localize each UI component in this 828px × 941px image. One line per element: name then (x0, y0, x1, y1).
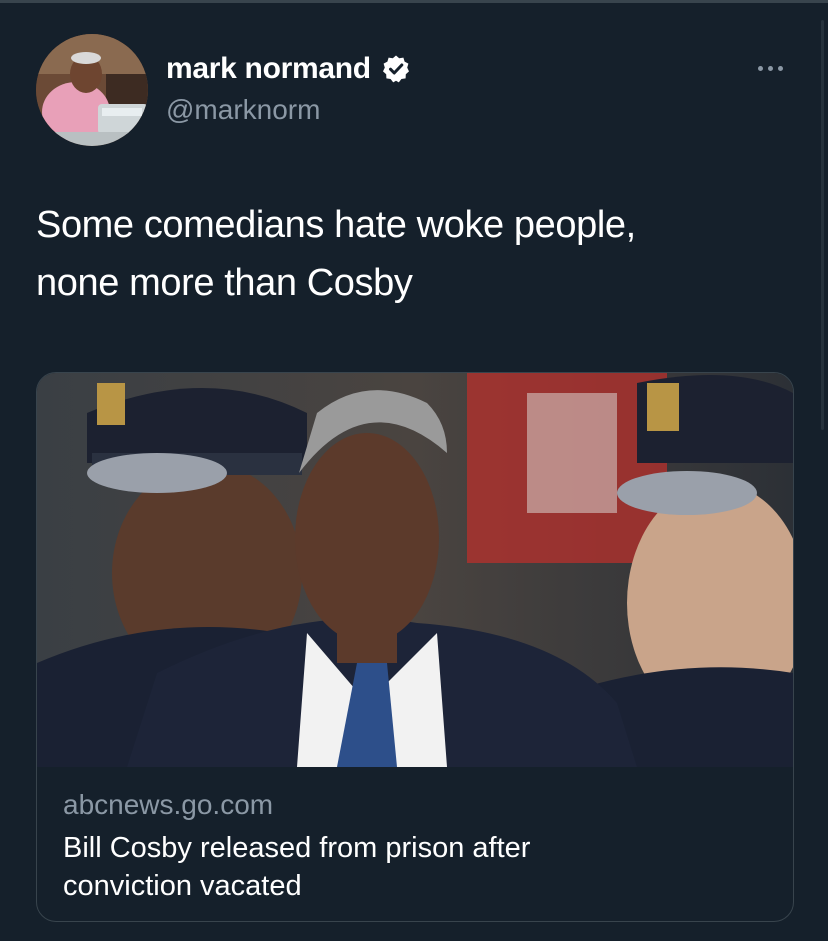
link-card-title-line: conviction vacated (63, 870, 302, 902)
avatar-photo (36, 34, 148, 146)
link-card-image[interactable] (37, 373, 793, 767)
name-row[interactable]: mark normand (166, 52, 411, 86)
scrollbar[interactable] (821, 20, 824, 430)
verified-badge-icon (382, 55, 409, 83)
tweet-text-line: none more than Cosby (36, 262, 413, 304)
tweet-text-line: Some comedians hate woke people, (36, 204, 636, 246)
avatar[interactable] (36, 34, 148, 146)
news-photo (37, 373, 793, 767)
top-divider (0, 0, 828, 3)
link-card-domain: abcnews.go.com (63, 789, 274, 820)
display-name[interactable]: mark normand (166, 52, 371, 86)
tweet-text: Some comedians hate woke people, none mo… (36, 196, 796, 312)
link-card-title-line: Bill Cosby released from prison after (63, 832, 531, 864)
user-handle[interactable]: @marknorm (166, 94, 320, 126)
link-card[interactable]: abcnews.go.com Bill Cosby released from … (36, 372, 794, 922)
more-options-icon[interactable] (748, 56, 792, 80)
link-card-title: Bill Cosby released from prison after co… (63, 829, 763, 905)
tweet-page: mark normand @marknorm Some comedians ha… (0, 0, 828, 941)
